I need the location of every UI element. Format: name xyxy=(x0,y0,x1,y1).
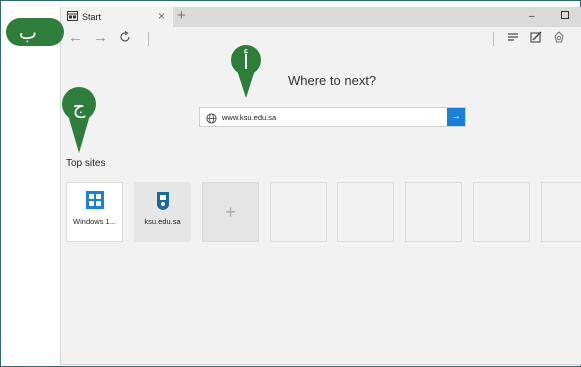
tile-label: ksu.edu.sa xyxy=(144,217,181,226)
add-site-tile[interactable]: + xyxy=(202,182,259,242)
nav-separator xyxy=(148,32,149,46)
empty-tile xyxy=(473,182,530,242)
browser-window: Start × + – ← → Where to next? → xyxy=(60,7,581,365)
plus-icon: + xyxy=(225,202,236,222)
hub-icon[interactable] xyxy=(507,30,519,48)
tools-separator xyxy=(493,32,494,46)
tab-title: Start xyxy=(82,12,102,22)
start-page-icon xyxy=(67,11,78,23)
annotation-label-b: ب xyxy=(19,22,37,44)
refresh-icon[interactable] xyxy=(119,30,131,48)
empty-tile xyxy=(405,182,462,242)
navigation-bar: ← → xyxy=(61,27,581,51)
empty-tile xyxy=(541,182,581,242)
tile-label: Windows 1... xyxy=(73,217,116,226)
address-input[interactable] xyxy=(222,109,422,125)
windows-store-icon xyxy=(86,191,104,214)
top-sites-heading: Top sites xyxy=(66,158,106,169)
new-tab-icon[interactable]: + xyxy=(177,8,186,23)
go-arrow-icon[interactable]: → xyxy=(447,108,465,126)
tab-start[interactable]: Start × xyxy=(61,7,173,27)
ksu-logo-icon xyxy=(156,191,170,216)
back-icon[interactable]: ← xyxy=(68,29,83,47)
maximize-icon[interactable] xyxy=(561,11,569,22)
annotation-label-c: ج xyxy=(73,94,86,118)
web-note-icon[interactable] xyxy=(530,30,542,48)
close-tab-icon[interactable]: × xyxy=(158,10,165,22)
empty-tile xyxy=(337,182,394,242)
globe-icon xyxy=(206,111,217,129)
forward-icon[interactable]: → xyxy=(93,29,108,47)
annotation-label-a: أ xyxy=(243,49,249,74)
share-icon[interactable] xyxy=(553,30,565,48)
annotation-marker-c: ج xyxy=(62,87,96,153)
address-bar[interactable]: → xyxy=(199,107,466,127)
top-site-tile-windows[interactable]: Windows 1... xyxy=(66,182,123,242)
tab-bar: Start × + – xyxy=(61,7,581,27)
top-site-tile-ksu[interactable]: ksu.edu.sa xyxy=(134,182,191,242)
empty-tile xyxy=(270,182,327,242)
minimize-icon[interactable]: – xyxy=(529,11,535,22)
annotation-marker-a: أ xyxy=(231,45,261,98)
page-title: Where to next? xyxy=(288,73,377,88)
annotation-marker-b: ب xyxy=(6,18,64,46)
